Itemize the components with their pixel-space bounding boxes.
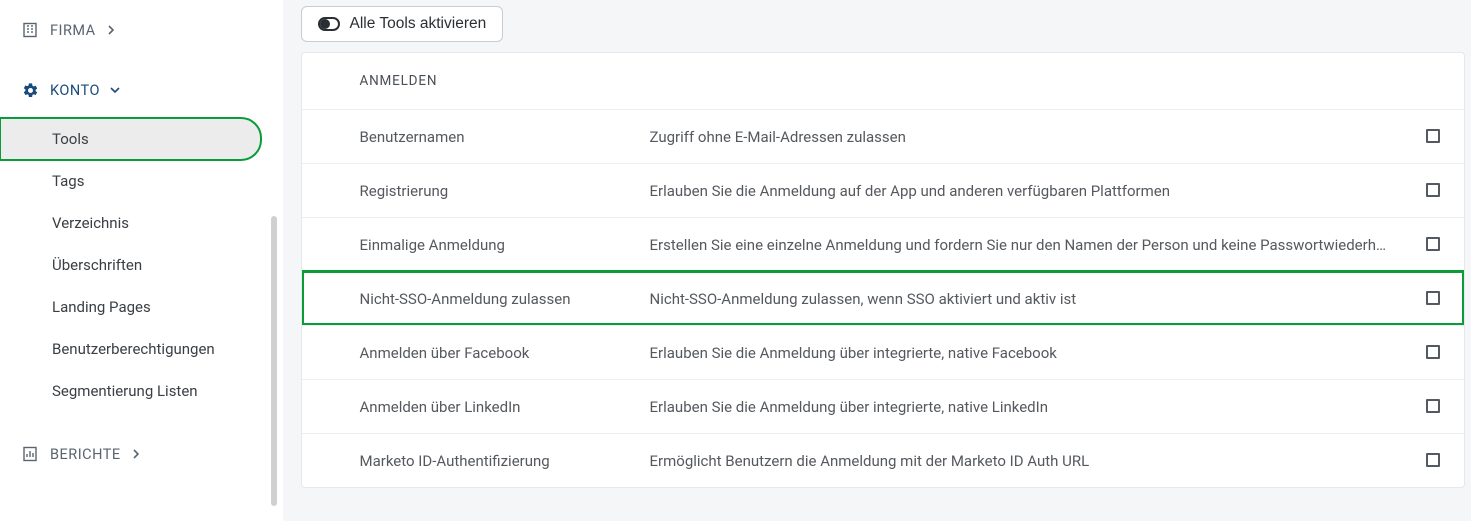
setting-name: Einmalige Anmeldung bbox=[360, 236, 650, 254]
checkbox-icon bbox=[1426, 237, 1440, 251]
sidebar-firma-label: FIRMA bbox=[50, 22, 96, 39]
sidebar-item-label: Tools bbox=[52, 130, 89, 148]
sidebar-item-landing-pages[interactable]: Landing Pages bbox=[0, 286, 283, 328]
setting-row-benutzernamen[interactable]: Benutzernamen Zugriff ohne E-Mail-Adress… bbox=[302, 109, 1464, 163]
setting-checkbox[interactable] bbox=[1426, 128, 1444, 146]
sidebar-item-verzeichnis[interactable]: Verzeichnis bbox=[0, 202, 283, 244]
setting-checkbox[interactable] bbox=[1426, 344, 1444, 362]
setting-desc: Ermöglicht Benutzern die Anmeldung mit d… bbox=[650, 452, 1426, 470]
sidebar-konto-submenu: Tools Tags Verzeichnis Überschriften Lan… bbox=[0, 114, 283, 418]
setting-desc: Erlauben Sie die Anmeldung über integrie… bbox=[650, 398, 1426, 416]
setting-checkbox[interactable] bbox=[1426, 398, 1444, 416]
sidebar-item-label: Überschriften bbox=[52, 256, 142, 274]
checkbox-icon bbox=[1426, 399, 1440, 413]
chevron-right-icon bbox=[131, 449, 141, 459]
checkbox-icon bbox=[1426, 183, 1440, 197]
setting-row-marketo-id[interactable]: Marketo ID-Authentifizierung Ermöglicht … bbox=[302, 433, 1464, 487]
sidebar-item-label: Benutzerberechtigungen bbox=[52, 340, 215, 358]
setting-row-facebook[interactable]: Anmelden über Facebook Erlauben Sie die … bbox=[302, 325, 1464, 379]
sidebar-header-konto[interactable]: KONTO bbox=[0, 66, 283, 114]
setting-desc: Erlauben Sie die Anmeldung auf der App u… bbox=[650, 182, 1426, 200]
setting-desc: Erlauben Sie die Anmeldung über integrie… bbox=[650, 344, 1426, 362]
toggle-icon bbox=[318, 17, 340, 31]
chevron-down-icon bbox=[110, 85, 120, 95]
activate-all-label: Alle Tools aktivieren bbox=[350, 15, 487, 33]
setting-desc: Zugriff ohne E-Mail-Adressen zulassen bbox=[650, 128, 1426, 146]
toolbar: Alle Tools aktivieren bbox=[301, 0, 1471, 52]
sidebar: FIRMA KONTO Tools Tags Verzeichnis Übers… bbox=[0, 0, 283, 521]
setting-desc: Erstellen Sie eine einzelne Anmeldung un… bbox=[650, 236, 1426, 254]
sidebar-berichte-label: BERICHTE bbox=[50, 446, 121, 463]
setting-row-registrierung[interactable]: Registrierung Erlauben Sie die Anmeldung… bbox=[302, 163, 1464, 217]
report-icon bbox=[20, 444, 40, 464]
sidebar-section-konto: KONTO Tools Tags Verzeichnis Überschrift… bbox=[0, 60, 283, 424]
setting-checkbox[interactable] bbox=[1426, 290, 1444, 308]
scrollbar[interactable] bbox=[271, 216, 277, 506]
sidebar-item-ueberschriften[interactable]: Überschriften bbox=[0, 244, 283, 286]
panel-header-label: ANMELDEN bbox=[360, 73, 438, 89]
building-icon bbox=[20, 20, 40, 40]
setting-row-linkedin[interactable]: Anmelden über LinkedIn Erlauben Sie die … bbox=[302, 379, 1464, 433]
sidebar-section-firma: FIRMA bbox=[0, 0, 283, 60]
sidebar-header-berichte[interactable]: BERICHTE bbox=[0, 430, 283, 478]
sidebar-header-firma[interactable]: FIRMA bbox=[0, 6, 283, 54]
setting-name: Registrierung bbox=[360, 182, 650, 200]
checkbox-icon bbox=[1426, 129, 1440, 143]
panel-header: ANMELDEN bbox=[302, 53, 1464, 109]
sidebar-item-tags[interactable]: Tags bbox=[0, 160, 283, 202]
sidebar-item-segmentierung-listen[interactable]: Segmentierung Listen bbox=[0, 370, 283, 412]
sidebar-item-label: Tags bbox=[52, 172, 84, 190]
setting-name: Nicht-SSO-Anmeldung zulassen bbox=[360, 290, 650, 308]
checkbox-icon bbox=[1426, 453, 1440, 467]
sidebar-item-label: Segmentierung Listen bbox=[52, 382, 198, 400]
gear-icon bbox=[20, 80, 40, 100]
sidebar-section-berichte: BERICHTE bbox=[0, 424, 283, 484]
login-settings-panel: ANMELDEN Benutzernamen Zugriff ohne E-Ma… bbox=[301, 52, 1465, 488]
setting-name: Marketo ID-Authentifizierung bbox=[360, 452, 650, 470]
sidebar-item-benutzerberechtigungen[interactable]: Benutzerberechtigungen bbox=[0, 328, 283, 370]
checkbox-icon bbox=[1426, 345, 1440, 359]
setting-checkbox[interactable] bbox=[1426, 236, 1444, 254]
setting-name: Anmelden über Facebook bbox=[360, 344, 650, 362]
setting-checkbox[interactable] bbox=[1426, 452, 1444, 470]
main-content: Alle Tools aktivieren ANMELDEN Benutzern… bbox=[283, 0, 1471, 521]
setting-row-nicht-sso[interactable]: Nicht-SSO-Anmeldung zulassen Nicht-SSO-A… bbox=[302, 271, 1464, 325]
checkbox-icon bbox=[1426, 291, 1440, 305]
chevron-right-icon bbox=[106, 25, 116, 35]
sidebar-item-label: Verzeichnis bbox=[52, 214, 129, 232]
sidebar-item-tools[interactable]: Tools bbox=[0, 118, 261, 160]
setting-name: Benutzernamen bbox=[360, 128, 650, 146]
sidebar-konto-label: KONTO bbox=[50, 82, 100, 99]
setting-desc: Nicht-SSO-Anmeldung zulassen, wenn SSO a… bbox=[650, 290, 1426, 308]
setting-name: Anmelden über LinkedIn bbox=[360, 398, 650, 416]
setting-row-einmalige-anmeldung[interactable]: Einmalige Anmeldung Erstellen Sie eine e… bbox=[302, 217, 1464, 271]
sidebar-item-label: Landing Pages bbox=[52, 298, 151, 316]
setting-checkbox[interactable] bbox=[1426, 182, 1444, 200]
activate-all-tools-button[interactable]: Alle Tools aktivieren bbox=[301, 6, 504, 42]
